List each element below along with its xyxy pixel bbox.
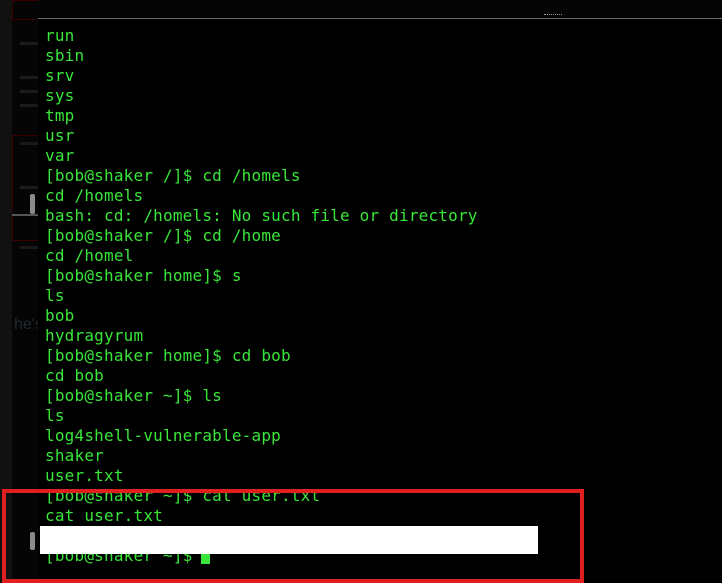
terminal-line: ls [45, 406, 65, 425]
terminal-line: run [45, 26, 75, 45]
terminal-line: tmp [45, 106, 75, 125]
terminal-line: shaker [45, 446, 104, 465]
terminal-top-bar[interactable] [38, 0, 722, 19]
scrollbar-thumb[interactable] [30, 194, 35, 214]
terminal-line: hydragyrum [45, 326, 144, 345]
highlight-box [2, 489, 584, 583]
terminal-line: cd /homel [45, 246, 134, 265]
terminal-lines: run sbin srv sys tmp usr var [bob@shaker… [45, 26, 478, 566]
terminal-line: srv [45, 66, 75, 85]
terminal-line: var [45, 146, 75, 165]
terminal-line: sbin [45, 46, 85, 65]
terminal-line: sys [45, 86, 75, 105]
pane-divider[interactable] [12, 214, 38, 216]
terminal-line: [bob@shaker home]$ cd bob [45, 346, 291, 365]
terminal-line: [bob@shaker /]$ cd /home [45, 226, 281, 245]
terminal-line: log4shell-vulnerable-app [45, 426, 281, 445]
terminal-line: bash: cd: /homels: No such file or direc… [45, 206, 478, 225]
terminal-line: ls [45, 286, 65, 305]
terminal-line: usr [45, 126, 75, 145]
terminal-line: user.txt [45, 466, 124, 485]
resize-handle[interactable] [544, 14, 562, 18]
terminal-line: [bob@shaker home]$ s [45, 266, 242, 285]
terminal-line: [bob@shaker ~]$ ls [45, 386, 222, 405]
terminal-line: cd /homels [45, 186, 144, 205]
terminal-line: cd bob [45, 366, 104, 385]
terminal-line: [bob@shaker /]$ cd /homels [45, 166, 301, 185]
terminal-line: bob [45, 306, 75, 325]
